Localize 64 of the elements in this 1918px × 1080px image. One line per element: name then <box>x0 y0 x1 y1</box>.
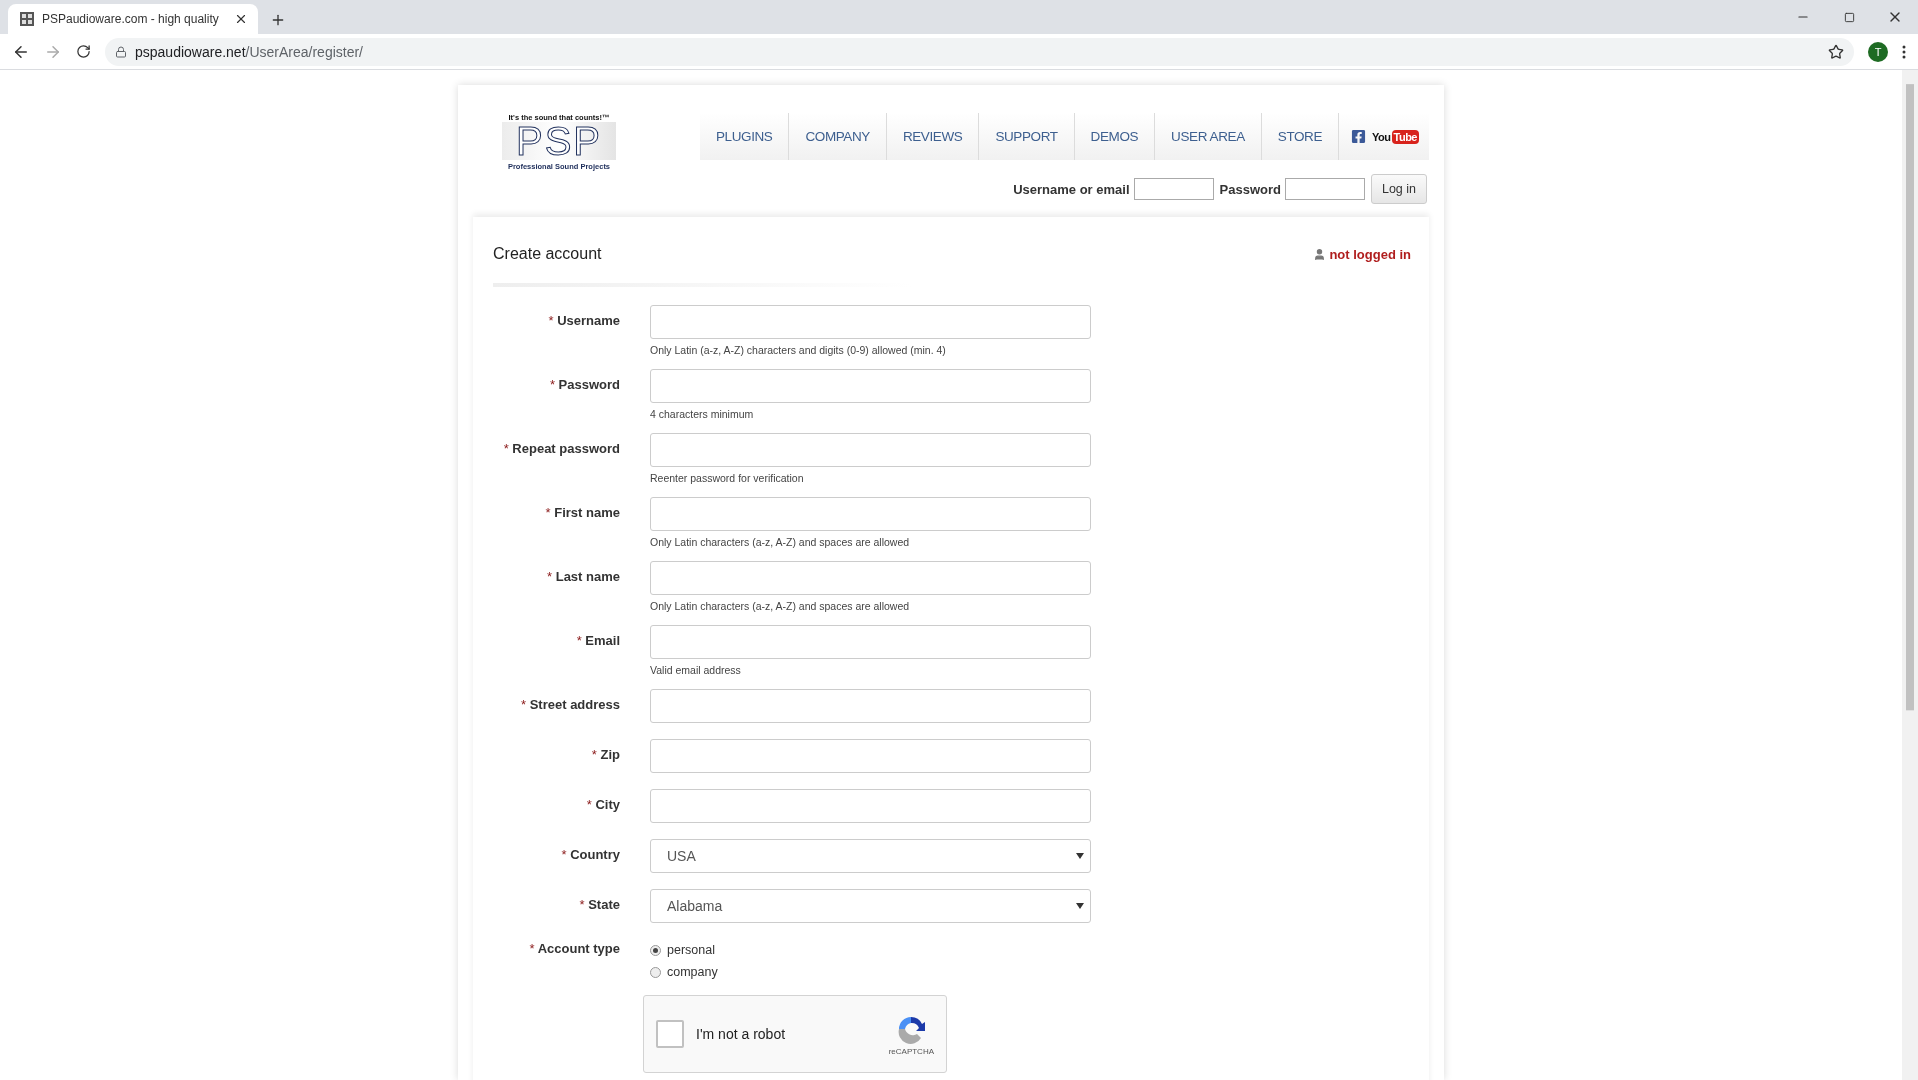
profile-avatar[interactable]: T <box>1868 41 1888 62</box>
captcha-checkbox[interactable] <box>656 1020 684 1048</box>
help-text: Only Latin characters (a-z, A-Z) and spaces are allowed <box>650 600 911 612</box>
nav-link[interactable]: STORE <box>1261 113 1340 160</box>
captcha-brand: reCAPTCHA <box>888 1046 934 1056</box>
field-label: * Email <box>575 632 620 650</box>
help-text: Valid email address <box>650 664 742 676</box>
address-bar[interactable]: pspaudioware.net/UserArea/register/ <box>105 37 1854 66</box>
nav-link[interactable]: REVIEWS <box>886 113 980 160</box>
username-label: Username or email <box>1013 181 1130 197</box>
field-label: * Username <box>547 312 620 330</box>
field-label: * Country <box>560 846 620 864</box>
login-status: not logged in <box>1329 246 1411 262</box>
select-field[interactable]: Alabama <box>650 889 1091 923</box>
field-label: * State <box>578 896 620 914</box>
login-button[interactable]: Log in <box>1370 174 1427 204</box>
username-field[interactable] <box>1133 178 1214 200</box>
nav-link[interactable]: SUPPORT <box>979 113 1075 160</box>
password-field[interactable] <box>1284 178 1365 200</box>
help-text: Only Latin (a-z, A-Z) characters and digits (0-9) allowed (min. 4) <box>650 344 947 356</box>
text-field[interactable] <box>650 497 1091 531</box>
help-text: Only Latin characters (a-z, A-Z) and spaces are allowed <box>650 536 911 548</box>
nav-link[interactable]: PLUGINS <box>699 113 790 160</box>
text-field[interactable] <box>650 625 1091 659</box>
radio-option[interactable]: company <box>650 965 1091 979</box>
select-field[interactable]: USA <box>650 839 1091 873</box>
text-field[interactable] <box>650 305 1091 339</box>
facebook-icon[interactable] <box>1351 129 1367 144</box>
field-label: * First name <box>544 504 620 522</box>
radio-option[interactable]: personal <box>650 943 1091 957</box>
field-label: * Last name <box>546 568 620 586</box>
field-label: * Password <box>548 376 620 394</box>
help-text: Reenter password for verification <box>650 472 805 484</box>
text-field[interactable] <box>650 689 1091 723</box>
text-field[interactable] <box>650 369 1091 403</box>
new-tab-icon[interactable] <box>270 12 286 28</box>
browser-tab[interactable]: PSPaudioware.com - high quality <box>8 4 258 34</box>
password-label: Password <box>1219 181 1281 197</box>
user-icon <box>1313 247 1327 261</box>
nav-link[interactable]: COMPANY <box>789 113 887 160</box>
site-favicon <box>20 12 34 26</box>
captcha-label: I'm not a robot <box>696 1026 787 1042</box>
close-icon[interactable] <box>234 12 248 26</box>
reload-icon[interactable] <box>76 44 91 59</box>
menu-icon[interactable] <box>1902 44 1906 59</box>
star-icon[interactable] <box>1828 43 1844 60</box>
field-label: * Zip <box>590 746 620 764</box>
help-text: 4 characters minimum <box>650 408 755 420</box>
caret-icon <box>1076 853 1084 859</box>
radio-button[interactable] <box>650 944 661 956</box>
field-label: * Repeat password <box>502 440 620 458</box>
nav-link[interactable]: USER AREA <box>1155 113 1262 160</box>
caret-icon <box>1076 903 1084 909</box>
radio-button[interactable] <box>650 966 661 978</box>
lock-icon <box>115 45 127 58</box>
field-label: * Account type <box>528 940 620 958</box>
text-field[interactable] <box>650 789 1091 823</box>
nav-link[interactable]: DEMOS <box>1074 113 1156 160</box>
text-field[interactable] <box>650 561 1091 595</box>
page-title: Create account <box>493 245 602 263</box>
text-field[interactable] <box>650 739 1091 773</box>
text-field[interactable] <box>650 433 1091 467</box>
field-label: * City <box>585 796 620 814</box>
field-label: * Street address <box>520 696 620 714</box>
